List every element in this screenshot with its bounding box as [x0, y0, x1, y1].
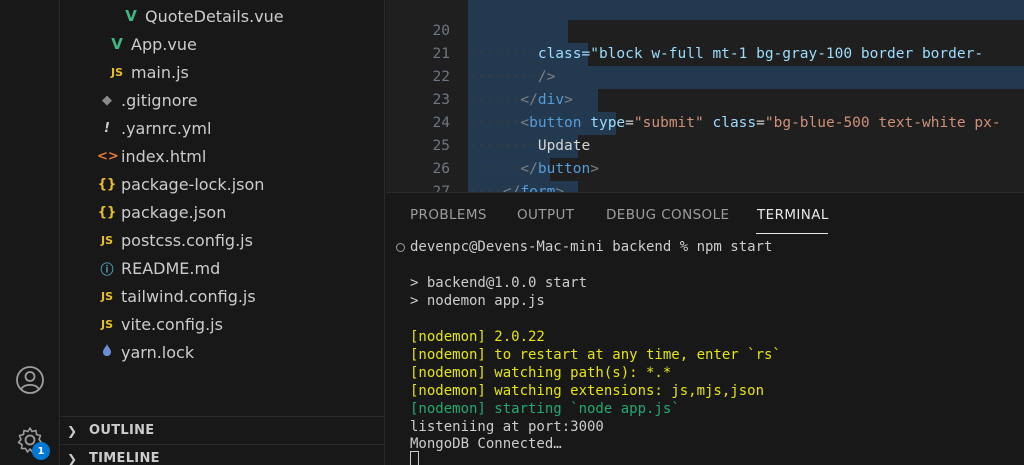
code-line: 20 ········class="block w-full mt-1 bg-g…: [386, 0, 1024, 62]
notification-badge: 1: [32, 442, 50, 460]
file-name: main.js: [131, 62, 189, 82]
file-name: package.json: [121, 202, 227, 222]
chevron-right-icon: ❯: [67, 451, 78, 465]
js-icon: JS: [100, 289, 113, 303]
file-item-package-lock[interactable]: {} package-lock.json: [97, 170, 265, 198]
yarn-icon: [97, 343, 117, 361]
json-icon: {}: [97, 176, 117, 192]
terminal-line: listeniing at port:3000: [410, 419, 604, 435]
file-name: vite.config.js: [121, 314, 223, 334]
file-name: .gitignore: [121, 90, 198, 110]
terminal-line: [nodemon] watching path(s): *.*: [410, 365, 672, 381]
accounts-icon[interactable]: [12, 362, 48, 398]
code-line: 24 ········Update: [386, 89, 1024, 154]
terminal-line: > backend@1.0.0 start: [410, 275, 588, 291]
yarnrc-icon: !: [104, 120, 110, 136]
explorer-sidebar: V QuoteDetails.vue V App.vue JS main.js …: [61, 0, 385, 465]
terminal-line: > nodemon app.js: [410, 293, 545, 309]
file-name: yarn.lock: [121, 342, 195, 362]
file-item-yarnrc[interactable]: ! .yarnrc.yml: [97, 114, 211, 142]
file-item-quotedetails[interactable]: V QuoteDetails.vue: [121, 2, 284, 30]
html-icon: <>: [97, 148, 119, 164]
file-name: index.html: [121, 146, 207, 166]
terminal-line: [nodemon] to restart at any time, enter …: [410, 347, 781, 363]
file-name: App.vue: [131, 34, 197, 54]
code-line: 28 </template>: [386, 181, 1024, 192]
file-name: package-lock.json: [121, 174, 265, 194]
vue-icon: V: [125, 7, 137, 25]
file-item-tailwind-config[interactable]: JS tailwind.config.js: [97, 282, 256, 310]
file-item-app-vue[interactable]: V App.vue: [107, 30, 197, 58]
terminal-line: [nodemon] watching extensions: js,mjs,js…: [410, 383, 765, 399]
activity-bar: 1: [0, 0, 60, 465]
info-icon: ⓘ: [100, 262, 114, 278]
file-name: README.md: [121, 258, 221, 278]
file-name: tailwind.config.js: [121, 286, 256, 306]
file-item-package-json[interactable]: {} package.json: [97, 198, 227, 226]
json-icon: {}: [97, 204, 117, 220]
file-item-gitignore[interactable]: ◆ .gitignore: [97, 86, 198, 114]
code-line: 27 ··</div>: [386, 158, 1024, 192]
timeline-section-header[interactable]: ❯ TIMELINE: [61, 444, 385, 465]
outline-section-header[interactable]: ❯ OUTLINE: [61, 416, 385, 444]
code-editor[interactable]: 20 ········class="block w-full mt-1 bg-g…: [386, 0, 1024, 192]
js-icon: JS: [100, 233, 113, 247]
file-item-readme[interactable]: ⓘ README.md: [97, 254, 220, 282]
vue-icon: V: [111, 35, 123, 53]
file-name: .yarnrc.yml: [121, 118, 212, 138]
code-line: 22 ······</div>: [386, 43, 1024, 108]
bottom-panel: PROBLEMS OUTPUT DEBUG CONSOLE TERMINAL d…: [386, 192, 1024, 465]
code-line: 23 ······<button type="submit" class="bg…: [386, 66, 1024, 131]
file-item-index-html[interactable]: <> index.html: [97, 142, 206, 170]
terminal-line: [nodemon] starting `node app.js`: [410, 401, 680, 417]
terminal-line: [nodemon] 2.0.22: [410, 329, 545, 345]
code-line: 21 ········/>: [386, 20, 1024, 85]
git-icon: ◆: [102, 92, 112, 108]
terminal-line: MongoDB Connected…: [410, 436, 562, 452]
code-line: 26 ····</form>: [386, 135, 1024, 192]
file-name: QuoteDetails.vue: [145, 6, 284, 26]
settings-gear-icon[interactable]: 1: [12, 422, 50, 460]
terminal-prompt-line: devenpc@Devens-Mac-mini backend % npm st…: [410, 239, 773, 255]
file-item-main-js[interactable]: JS main.js: [107, 58, 189, 86]
file-item-yarn-lock[interactable]: yarn.lock: [97, 338, 194, 366]
file-item-postcss-config[interactable]: JS postcss.config.js: [97, 226, 253, 254]
file-item-vite-config[interactable]: JS vite.config.js: [97, 310, 223, 338]
terminal-cursor: [410, 451, 419, 465]
outline-label: OUTLINE: [89, 423, 155, 438]
terminal[interactable]: devenpc@Devens-Mac-mini backend % npm st…: [386, 193, 1024, 465]
file-name: postcss.config.js: [121, 230, 253, 250]
js-icon: JS: [110, 65, 123, 79]
command-status-icon: [396, 243, 405, 252]
js-icon: JS: [100, 317, 113, 331]
timeline-label: TIMELINE: [89, 451, 160, 465]
code-line: 25 ······</button>: [386, 112, 1024, 177]
chevron-right-icon: ❯: [67, 423, 78, 438]
